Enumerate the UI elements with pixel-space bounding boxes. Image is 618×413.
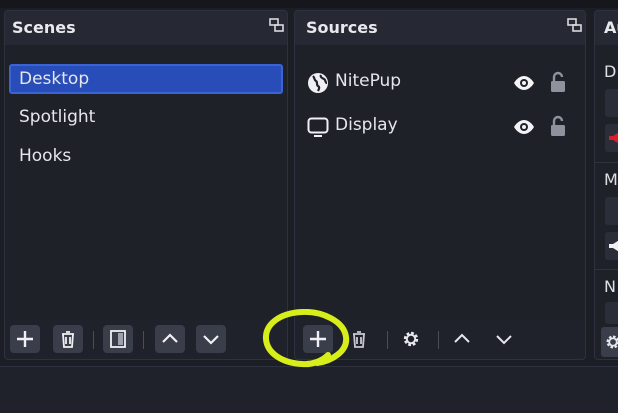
add-icon	[17, 331, 33, 347]
move-scene-up-button[interactable]	[155, 325, 185, 353]
eye-icon[interactable]	[513, 75, 535, 91]
trash-icon	[62, 331, 74, 348]
unlocked-lock-icon[interactable]	[549, 71, 567, 93]
source-label: Display	[335, 115, 398, 135]
toolbar-separator	[143, 331, 144, 349]
toolbar-separator	[387, 331, 388, 349]
chevron-up-icon	[162, 333, 178, 343]
audio-channel-label: M	[604, 170, 618, 189]
scenes-dock-header: Scenes	[5, 11, 287, 45]
move-scene-down-button[interactable]	[196, 325, 226, 353]
audio-mixer-dock: Au D M N	[594, 10, 618, 360]
chevron-down-icon	[203, 335, 219, 345]
trash-icon	[353, 331, 365, 348]
audio-mixer-settings-button[interactable]	[601, 327, 618, 357]
scenes-dock: Scenes Desktop Spotlight Hooks	[4, 10, 288, 360]
audio-settings-button[interactable]	[605, 302, 618, 324]
sources-dock-title: Sources	[306, 18, 378, 37]
mute-button[interactable]	[605, 124, 618, 152]
scene-filters-button[interactable]	[103, 325, 133, 353]
audio-channel-label: D	[604, 62, 617, 81]
speaker-muted-icon	[609, 132, 618, 144]
mute-button[interactable]	[605, 232, 618, 260]
gear-icon	[606, 335, 618, 349]
monitor-icon	[307, 117, 329, 137]
channel-divider	[595, 162, 618, 163]
gear-icon	[403, 331, 419, 347]
scene-list: Desktop Spotlight Hooks	[5, 45, 287, 319]
filter-icon	[110, 330, 126, 348]
toolbar-separator	[438, 331, 439, 349]
scene-item-spotlight[interactable]: Spotlight	[9, 103, 283, 133]
source-item-nitepup[interactable]: NitePup	[305, 67, 575, 97]
audio-channel-label: N	[604, 277, 616, 296]
source-item-display[interactable]: Display	[305, 111, 575, 141]
channel-divider	[595, 269, 618, 270]
scenes-dock-title: Scenes	[12, 18, 76, 37]
chevron-down-icon	[496, 335, 512, 345]
undock-icon[interactable]	[567, 18, 582, 33]
source-list: NitePup Display	[295, 45, 585, 319]
unlocked-lock-icon[interactable]	[549, 115, 567, 137]
audio-settings-button[interactable]	[605, 89, 618, 117]
top-edge	[0, 0, 618, 8]
status-bar	[0, 366, 618, 413]
undock-icon[interactable]	[269, 18, 284, 33]
move-source-down-button[interactable]	[489, 325, 519, 353]
scene-item-desktop[interactable]: Desktop	[9, 64, 283, 94]
toolbar-separator	[93, 331, 94, 349]
eye-icon[interactable]	[513, 119, 535, 135]
highlight-annotation-circle	[263, 309, 350, 368]
audio-dock-title: Au	[604, 18, 618, 37]
audio-dock-header: Au	[595, 11, 618, 45]
audio-settings-button[interactable]	[605, 197, 618, 225]
speaker-icon	[609, 240, 618, 252]
scenes-toolbar	[5, 319, 287, 359]
globe-icon	[308, 73, 328, 93]
remove-scene-button[interactable]	[53, 325, 83, 353]
move-source-up-button[interactable]	[447, 325, 477, 353]
add-scene-button[interactable]	[10, 325, 40, 353]
chevron-up-icon	[454, 333, 470, 343]
source-properties-button[interactable]	[396, 325, 426, 353]
sources-dock-header: Sources	[295, 11, 585, 45]
source-label: NitePup	[335, 71, 402, 91]
scene-item-hooks[interactable]: Hooks	[9, 142, 283, 172]
audio-channels: D M N	[595, 45, 618, 359]
sources-dock: Sources NitePup Display	[294, 10, 586, 360]
